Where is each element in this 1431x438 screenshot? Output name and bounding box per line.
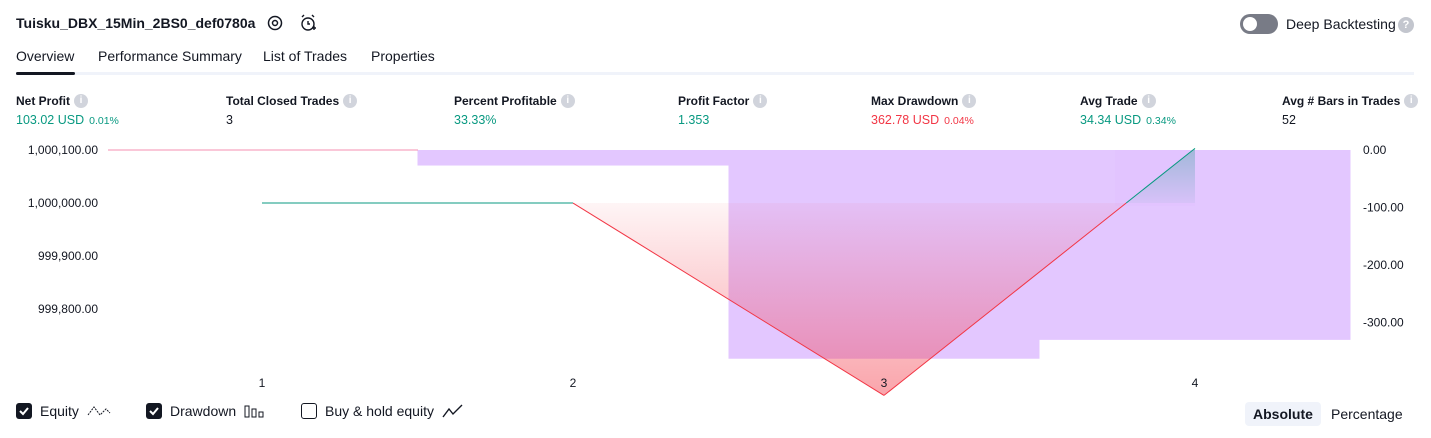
info-icon[interactable]: i: [753, 94, 768, 108]
toggle-knob: [1243, 17, 1257, 31]
info-icon[interactable]: i: [74, 94, 88, 108]
metric-value: 52: [1282, 113, 1296, 127]
equity-line-icon: [87, 406, 111, 416]
drawdown-bar: [417, 150, 729, 166]
x-axis-tick: 2: [570, 376, 577, 390]
legend-equity[interactable]: Equity: [16, 403, 111, 419]
tab-list-of-trades[interactable]: List of Trades: [263, 48, 347, 64]
metric-value: 362.78 USD: [871, 113, 940, 127]
metric-label: Avg Trade: [1080, 94, 1138, 108]
metric-label: Percent Profitable: [454, 94, 557, 108]
metric-percent-profitable: Percent Profitable i 33.33%: [454, 94, 575, 127]
strategy-title: Tuisku_DBX_15Min_2BS0_def0780a: [16, 15, 256, 31]
left-axis-tick: 1,000,100.00: [28, 143, 98, 157]
metric-percent: 0.01%: [89, 115, 119, 127]
alarm-clock-icon[interactable]: [298, 13, 318, 33]
metric-value: 33.33%: [454, 113, 497, 127]
deep-backtesting-label: Deep Backtesting: [1286, 16, 1396, 32]
metric-percent: 0.34%: [1146, 115, 1176, 127]
metric-label: Profit Factor: [678, 94, 750, 108]
right-axis-tick: -100.00: [1363, 201, 1404, 215]
metric-value: 34.34 USD: [1080, 113, 1142, 127]
legend-label: Equity: [40, 403, 79, 419]
metric-avg-bars-in-trades: Avg # Bars in Trades i 52: [1282, 94, 1419, 127]
tab-overview[interactable]: Overview: [16, 48, 74, 64]
active-tab-indicator: [16, 72, 75, 75]
deep-backtesting-toggle[interactable]: [1240, 14, 1278, 34]
drawdown-checkbox[interactable]: [146, 403, 162, 419]
equity-chart: 1,000,100.00 1,000,000.00 999,900.00 999,80…: [28, 143, 1404, 396]
metric-profit-factor: Profit Factor i 1.353: [678, 94, 768, 127]
absolute-button[interactable]: Absolute: [1245, 402, 1321, 426]
percentage-button[interactable]: Percentage: [1323, 402, 1411, 426]
metric-label: Net Profit: [16, 94, 70, 108]
buyhold-line-icon: [442, 404, 463, 418]
info-icon[interactable]: i: [1404, 94, 1419, 108]
metric-value: 3: [226, 113, 233, 127]
info-icon[interactable]: i: [560, 94, 575, 108]
legend-label: Drawdown: [170, 403, 237, 419]
x-axis-tick: 3: [881, 376, 888, 390]
info-icon[interactable]: i: [1141, 94, 1156, 108]
x-axis-tick: 4: [1192, 376, 1199, 390]
right-axis-tick: 0.00: [1363, 143, 1387, 157]
metric-net-profit: Net Profit i 103.02 USD 0.01%: [16, 94, 119, 127]
metric-total-closed-trades: Total Closed Trades i 3: [226, 94, 358, 127]
metric-label: Max Drawdown: [871, 94, 959, 108]
info-icon[interactable]: i: [343, 94, 358, 108]
right-axis-tick: -200.00: [1363, 258, 1404, 272]
right-axis-tick: -300.00: [1363, 316, 1404, 330]
buyhold-checkbox[interactable]: [301, 403, 317, 419]
legend-drawdown[interactable]: Drawdown: [146, 403, 266, 419]
metric-value: 1.353: [678, 113, 710, 127]
x-axis-tick: 1: [259, 376, 266, 390]
metric-value: 103.02 USD: [16, 113, 85, 127]
metric-avg-trade: Avg Trade i 34.34 USD 0.34%: [1080, 94, 1176, 127]
tab-divider: [16, 72, 1414, 75]
legend-buyhold[interactable]: Buy & hold equity: [301, 403, 466, 419]
left-axis-tick: 999,900.00: [38, 249, 98, 263]
tab-properties[interactable]: Properties: [371, 48, 435, 64]
metric-label: Avg # Bars in Trades: [1282, 94, 1401, 108]
drawdown-bars-icon: [244, 405, 264, 418]
legend-label: Buy & hold equity: [325, 403, 434, 419]
left-axis-tick: 999,800.00: [38, 302, 98, 316]
metric-max-drawdown: Max Drawdown i 362.78 USD 0.04%: [871, 94, 977, 127]
metric-percent: 0.04%: [944, 115, 974, 127]
metric-label: Total Closed Trades: [226, 94, 340, 108]
tab-performance-summary[interactable]: Performance Summary: [98, 48, 242, 64]
gear-icon[interactable]: [265, 13, 285, 33]
left-axis-tick: 1,000,000.00: [28, 196, 98, 210]
question-mark-icon[interactable]: ?: [1398, 17, 1414, 33]
equity-checkbox[interactable]: [16, 403, 32, 419]
info-icon[interactable]: i: [962, 94, 977, 108]
